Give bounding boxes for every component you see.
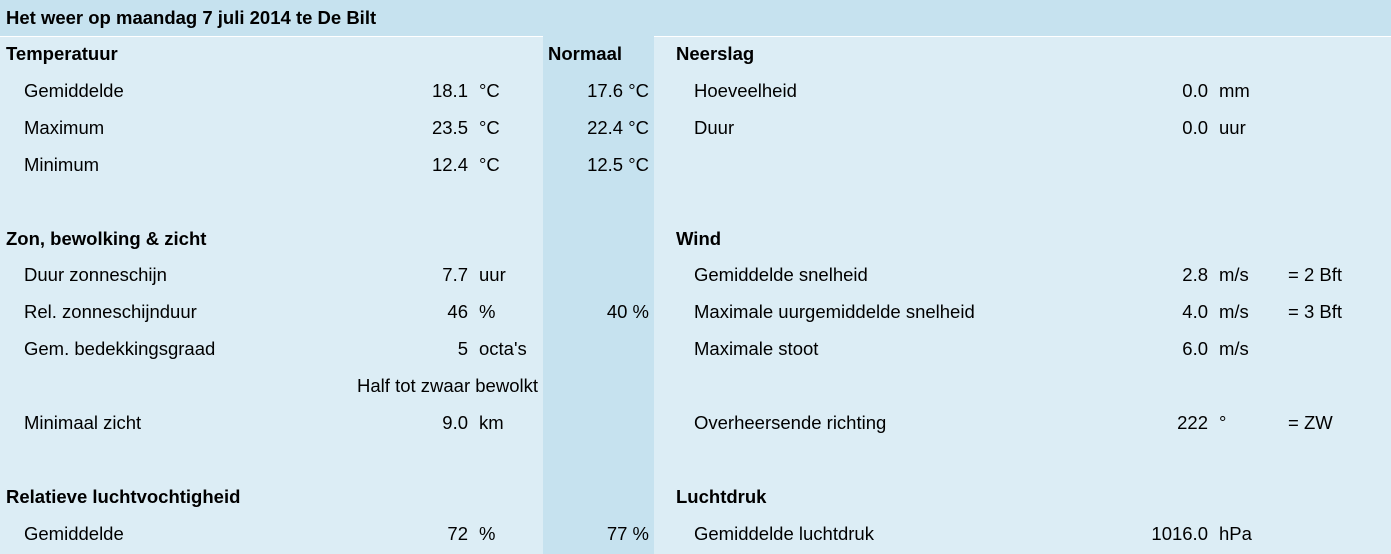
wind-stoot-label: Maximale stoot [694,338,819,359]
zon-duur-unit: uur [479,264,506,285]
luchtdruk-gemiddelde-unit: hPa [1219,523,1252,544]
zon-duur-value: 7.7 [442,264,468,285]
vocht-gemiddelde-label: Gemiddelde [24,523,124,544]
wind-maxuur-value: 4.0 [1182,301,1208,322]
temp-minimum-value: 12.4 [431,154,468,175]
temp-minimum-normal: 12.5 °C [587,154,649,175]
luchtdruk-gemiddelde-value: 1016.0 [1151,523,1208,544]
neerslag-duur-value: 0.0 [1182,117,1208,138]
normaal-column [543,36,654,554]
temp-gemiddelde-label: Gemiddelde [24,80,124,101]
wind-gemiddelde-value: 2.8 [1182,264,1208,285]
temp-maximum-label: Maximum [24,117,105,138]
wind-stoot-unit: m/s [1219,338,1249,359]
zon-bedekking-unit: octa's [479,338,527,359]
wind-gemiddelde-bft: = 2 Bft [1288,264,1342,285]
temp-gemiddelde-unit: °C [479,80,500,101]
wind-stoot-value: 6.0 [1182,338,1208,359]
neerslag-duur-label: Duur [694,117,735,138]
title-bar: Het weer op maandag 7 juli 2014 te De Bi… [0,0,1391,36]
temp-minimum-unit: °C [479,154,500,175]
zon-duur-label: Duur zonneschijn [24,264,167,285]
luchtdruk-heading: Luchtdruk [676,486,767,507]
zon-rel-normal: 40 % [606,301,649,322]
temp-maximum-unit: °C [479,117,500,138]
vochtigheid-heading: Relatieve luchtvochtigheid [6,486,241,507]
temperatuur-heading: Temperatuur [6,43,118,64]
wind-richting-compass: = ZW [1288,412,1333,433]
neerslag-duur-unit: uur [1219,117,1246,138]
luchtdruk-gemiddelde-label: Gemiddelde luchtdruk [694,523,874,544]
wind-maxuur-bft: = 3 Bft [1288,301,1342,322]
zon-bedekking-label: Gem. bedekkingsgraad [24,338,216,359]
zon-zicht-label: Minimaal zicht [24,412,142,433]
zon-rel-label: Rel. zonneschijnduur [24,301,197,322]
wind-gemiddelde-unit: m/s [1219,264,1249,285]
neerslag-heading: Neerslag [676,43,755,64]
vocht-gemiddelde-unit: % [479,523,496,544]
normaal-header: Normaal [548,43,623,64]
wind-heading: Wind [676,228,722,249]
temp-minimum-label: Minimum [24,154,100,175]
zon-heading: Zon, bewolking & zicht [6,228,207,249]
zon-zicht-value: 9.0 [442,412,468,433]
neerslag-hoeveelheid-label: Hoeveelheid [694,80,797,101]
neerslag-hoeveelheid-unit: mm [1219,80,1250,101]
wind-richting-label: Overheersende richting [694,412,887,433]
vocht-gemiddelde-value: 72 [447,523,468,544]
wind-gemiddelde-label: Gemiddelde snelheid [694,264,868,285]
divider [0,36,1391,37]
zon-zicht-unit: km [479,412,504,433]
zon-rel-unit: % [479,301,496,322]
zon-rel-value: 46 [447,301,468,322]
page-title: Het weer op maandag 7 juli 2014 te De Bi… [6,7,377,28]
temp-maximum-normal: 22.4 °C [587,117,649,138]
neerslag-hoeveelheid-value: 0.0 [1182,80,1208,101]
bewolking-description: Half tot zwaar bewolkt [357,375,538,396]
temp-gemiddelde-value: 18.1 [431,80,468,101]
vocht-gemiddelde-normal: 77 % [606,523,649,544]
wind-richting-value: 222 [1177,412,1208,433]
temp-gemiddelde-normal: 17.6 °C [587,80,649,101]
wind-maxuur-label: Maximale uurgemiddelde snelheid [694,301,975,322]
zon-bedekking-value: 5 [457,338,468,359]
wind-maxuur-unit: m/s [1219,301,1249,322]
wind-richting-unit: ° [1219,412,1227,433]
temp-maximum-value: 23.5 [431,117,468,138]
